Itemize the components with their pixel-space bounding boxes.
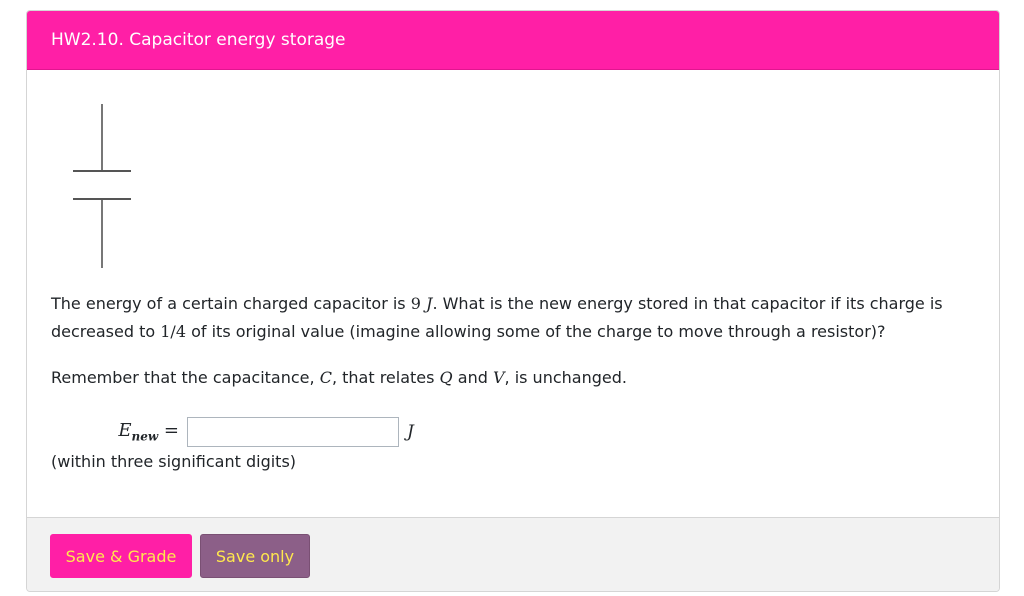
reminder-text-part: , is unchanged. xyxy=(504,368,627,387)
question-body: The energy of a certain charged capacito… xyxy=(27,70,999,518)
save-and-grade-button[interactable]: Save & Grade xyxy=(50,534,192,578)
fraction-value: 1/4 xyxy=(160,322,186,341)
significant-digits-hint: (within three significant digits) xyxy=(51,452,297,471)
symbol-c: C xyxy=(319,368,332,387)
question-footer: Save & Grade Save only xyxy=(27,517,999,591)
answer-input[interactable] xyxy=(187,417,399,447)
symbol-q: Q xyxy=(439,368,453,387)
question-card: HW2.10. Capacitor energy storage The ene… xyxy=(26,10,1000,592)
reminder-text-part: and xyxy=(452,368,493,387)
energy-value: 9 xyxy=(410,294,421,313)
equals-sign: = xyxy=(163,420,179,442)
question-title: HW2.10. Capacitor energy storage xyxy=(51,30,346,50)
answer-row: Enew = J xyxy=(107,416,414,448)
question-text-part: The energy of a certain charged capacito… xyxy=(51,294,411,313)
question-text: The energy of a certain charged capacito… xyxy=(51,290,981,346)
answer-label-sub: new xyxy=(131,429,159,444)
capacitor-symbol-icon xyxy=(73,104,131,268)
reminder-text: Remember that the capacitance, C, that r… xyxy=(51,364,627,392)
answer-label-main: E xyxy=(118,420,132,442)
reminder-text-part: Remember that the capacitance, xyxy=(51,368,320,387)
save-only-button[interactable]: Save only xyxy=(200,534,310,578)
symbol-v: V xyxy=(492,368,505,387)
answer-unit: J xyxy=(407,422,414,442)
answer-label: Enew = xyxy=(107,420,187,444)
reminder-text-part: , that relates xyxy=(331,368,440,387)
question-header: HW2.10. Capacitor energy storage xyxy=(27,11,999,70)
question-text-part: of its original value (imagine allowing … xyxy=(186,322,886,341)
